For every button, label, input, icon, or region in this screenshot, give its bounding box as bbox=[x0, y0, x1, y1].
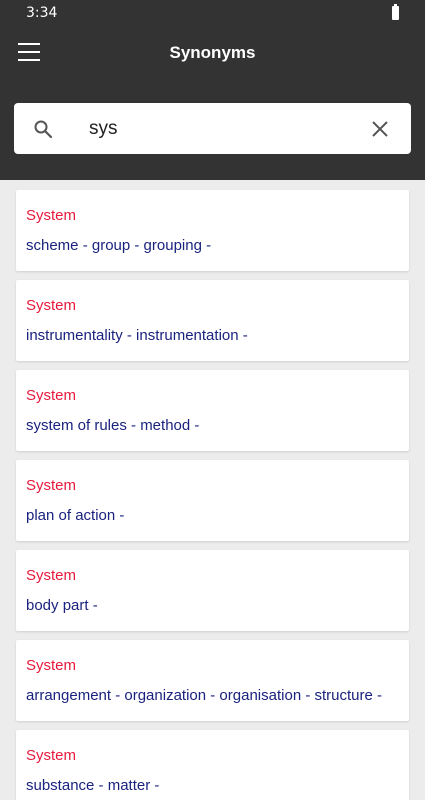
result-word: System bbox=[26, 657, 77, 674]
results-list: System scheme - group - grouping - Syste… bbox=[0, 180, 425, 800]
result-card[interactable]: System body part - bbox=[16, 550, 409, 631]
result-synonyms: instrumentality - instrumentation - bbox=[26, 327, 248, 344]
result-card[interactable]: System instrumentality - instrumentation… bbox=[16, 280, 409, 361]
result-synonyms: system of rules - method - bbox=[26, 417, 200, 434]
result-synonyms: substance - matter - bbox=[26, 777, 160, 794]
search-bar bbox=[14, 103, 411, 154]
result-card[interactable]: System arrangement - organization - orga… bbox=[16, 640, 409, 721]
result-synonyms: plan of action - bbox=[26, 507, 125, 524]
result-word: System bbox=[26, 207, 77, 224]
app-bar: Synonyms bbox=[0, 26, 425, 180]
result-word: System bbox=[26, 477, 77, 494]
result-card[interactable]: System plan of action - bbox=[16, 460, 409, 541]
status-bar: 3:34 bbox=[0, 0, 425, 26]
result-card[interactable]: System scheme - group - grouping - bbox=[16, 190, 409, 271]
result-card[interactable]: System substance - matter - bbox=[16, 730, 409, 800]
close-icon[interactable] bbox=[371, 119, 391, 139]
battery-icon bbox=[392, 4, 399, 20]
search-icon[interactable] bbox=[33, 119, 53, 139]
search-input[interactable] bbox=[89, 117, 371, 140]
result-word: System bbox=[26, 567, 77, 584]
result-word: System bbox=[26, 387, 77, 404]
result-card[interactable]: System system of rules - method - bbox=[16, 370, 409, 451]
result-synonyms: scheme - group - grouping - bbox=[26, 237, 212, 254]
result-synonyms: body part - bbox=[26, 597, 98, 614]
result-synonyms: arrangement - organization - organisatio… bbox=[26, 687, 383, 704]
result-word: System bbox=[26, 747, 77, 764]
result-word: System bbox=[26, 297, 77, 314]
status-time: 3:34 bbox=[26, 5, 58, 21]
page-title: Synonyms bbox=[169, 43, 256, 62]
